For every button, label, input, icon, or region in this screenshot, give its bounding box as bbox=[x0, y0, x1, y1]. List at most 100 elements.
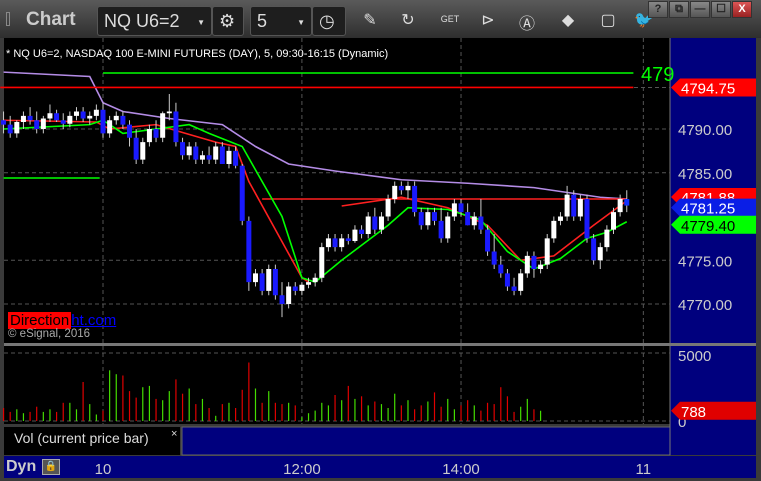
pencil-icon[interactable]: ✎ bbox=[360, 10, 380, 30]
get-icon[interactable]: GET bbox=[440, 14, 460, 24]
price-chart[interactable]: 4790.004785.004775.004770.005000010 12:00… bbox=[0, 38, 761, 481]
minimize-button[interactable]: — bbox=[690, 1, 710, 18]
candle-body bbox=[73, 111, 79, 116]
chart-description: * NQ U6=2, NASDAQ 100 E-MINI FUTURES (DA… bbox=[6, 48, 389, 60]
candle-body bbox=[518, 273, 524, 291]
help-button[interactable]: ? bbox=[648, 1, 668, 18]
y-tick-label: 4790.00 bbox=[678, 122, 732, 139]
candle-body bbox=[193, 146, 199, 160]
candle-body bbox=[398, 185, 404, 191]
clock-icon: ◷ bbox=[319, 11, 335, 31]
candle-body bbox=[153, 129, 159, 138]
candle-body bbox=[113, 115, 119, 121]
candle-body bbox=[471, 216, 477, 226]
candle-body bbox=[611, 212, 617, 230]
chevron-down-icon: ▼ bbox=[297, 18, 305, 27]
cursor-refresh-icon[interactable]: ↻ bbox=[398, 10, 418, 30]
comment-icon[interactable]: ▢ bbox=[598, 10, 618, 30]
close-button[interactable]: X bbox=[732, 1, 752, 18]
dyn-label: Dyn bbox=[6, 458, 37, 475]
candle-body bbox=[34, 120, 40, 129]
candle-body bbox=[286, 286, 292, 304]
candle-body bbox=[617, 199, 623, 213]
time-button[interactable]: ◷ bbox=[312, 6, 346, 36]
window-title: Chart bbox=[26, 9, 76, 30]
candle-body bbox=[133, 137, 139, 160]
play-icon[interactable]: ⊳ bbox=[478, 10, 498, 30]
candle-body bbox=[332, 238, 338, 248]
candle-body bbox=[67, 115, 73, 124]
volume-tag-text: 788 bbox=[681, 404, 706, 421]
candle-body bbox=[306, 282, 312, 285]
candle-body bbox=[127, 124, 133, 138]
volume-study-label: Vol (current price bar) bbox=[14, 430, 149, 446]
candle-body bbox=[252, 273, 258, 283]
last-price-tag-text: 4781.25 bbox=[681, 201, 735, 218]
candle-body bbox=[531, 255, 537, 269]
candle-body bbox=[544, 238, 550, 265]
candle-body bbox=[319, 247, 325, 278]
settings-button[interactable]: ⚙ bbox=[212, 6, 244, 36]
candle-body bbox=[372, 216, 378, 230]
candle-body bbox=[173, 111, 179, 143]
candle-body bbox=[352, 229, 358, 241]
lock-clock-icon[interactable]: 🔒 bbox=[42, 459, 60, 475]
candle-body bbox=[451, 203, 457, 217]
y-tick-label: 4775.00 bbox=[678, 253, 732, 270]
candle-body bbox=[100, 109, 106, 134]
candle-body bbox=[458, 203, 464, 213]
volume-pane bbox=[4, 346, 670, 424]
candle-body bbox=[478, 216, 484, 230]
candle-body bbox=[498, 264, 504, 274]
candle-body bbox=[604, 229, 610, 248]
candle-body bbox=[7, 124, 13, 134]
symbol-select[interactable]: NQ U6=2 ▼ bbox=[97, 6, 212, 36]
candle-body bbox=[180, 142, 186, 156]
candle-body bbox=[504, 273, 510, 287]
chevron-down-icon: ▼ bbox=[197, 18, 205, 27]
brand-logo: Direction ht.com bbox=[8, 312, 117, 329]
candle-body bbox=[591, 238, 597, 261]
candle-body bbox=[107, 120, 113, 134]
candle-body bbox=[93, 109, 99, 116]
candle-body bbox=[219, 146, 225, 164]
candle-body bbox=[259, 273, 265, 291]
link-window-button[interactable]: ⧉ bbox=[669, 1, 689, 18]
candle-body bbox=[345, 238, 351, 241]
link-icon[interactable]: ◆ bbox=[558, 10, 578, 30]
candle-body bbox=[206, 155, 212, 160]
candle-body bbox=[14, 122, 20, 134]
price-axis bbox=[670, 38, 756, 455]
candle-body bbox=[571, 194, 577, 217]
alert-icon[interactable]: Ⓐ bbox=[517, 10, 537, 34]
candle-body bbox=[551, 220, 557, 239]
x-tick-label: 14:00 bbox=[442, 461, 480, 478]
candle-body bbox=[186, 146, 192, 156]
candle-body bbox=[120, 115, 126, 125]
candle-body bbox=[80, 111, 86, 119]
candle-body bbox=[491, 251, 497, 265]
candle-body bbox=[27, 115, 33, 121]
drag-handle[interactable] bbox=[6, 12, 10, 26]
candle-body bbox=[577, 199, 583, 217]
candle-body bbox=[1, 120, 7, 125]
candle-body bbox=[292, 286, 298, 291]
candle-body bbox=[624, 199, 630, 206]
close-study-icon[interactable]: × bbox=[171, 428, 177, 440]
candle-body bbox=[339, 238, 345, 248]
volume-tick-label: 5000 bbox=[678, 348, 711, 365]
copyright: © eSignal, 2016 bbox=[8, 328, 91, 340]
candle-body bbox=[438, 220, 444, 239]
interval-select[interactable]: 5 ▼ bbox=[250, 6, 312, 36]
axis-edge bbox=[670, 38, 671, 343]
candle-body bbox=[511, 286, 517, 291]
y-tick-label: 4770.00 bbox=[678, 297, 732, 314]
candle-body bbox=[312, 277, 318, 283]
candle-body bbox=[146, 129, 152, 143]
candle-body bbox=[213, 146, 219, 160]
maximize-button[interactable]: ☐ bbox=[711, 1, 731, 18]
candle-body bbox=[140, 142, 146, 160]
candle-body bbox=[359, 229, 365, 234]
price-tag-text: 4779.40 bbox=[681, 218, 735, 235]
candle-body bbox=[564, 194, 570, 217]
